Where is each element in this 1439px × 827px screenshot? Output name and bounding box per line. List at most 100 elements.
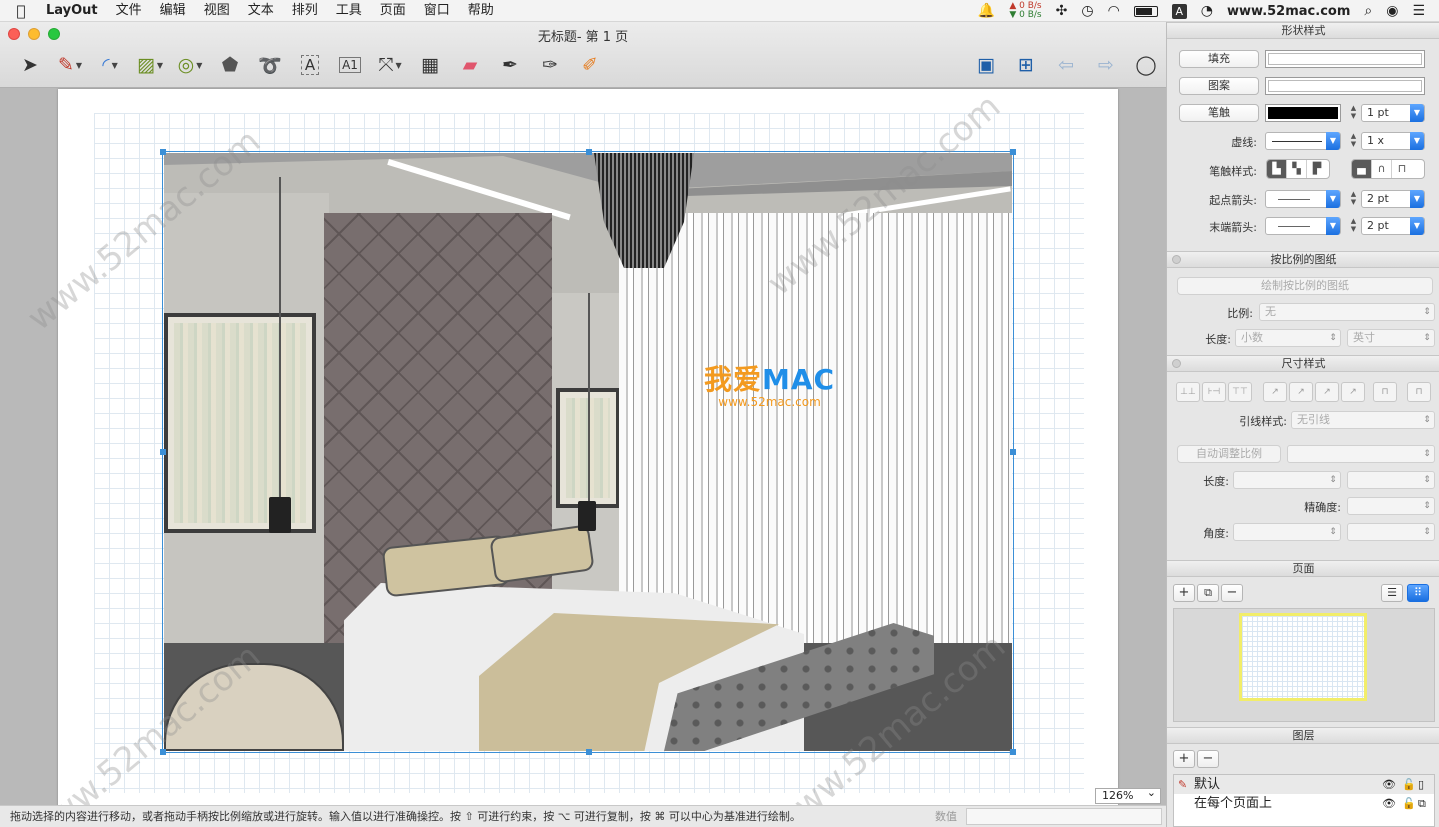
lock-icon[interactable]: 🔓 (1402, 794, 1416, 813)
length-unit-select[interactable]: 英寸 ⇕ (1347, 329, 1435, 347)
drawing-canvas[interactable]: 我爱MAC www.52mac.com www.52mac.com www.52… (0, 88, 1166, 805)
panel-collapse-icon[interactable] (1172, 255, 1181, 264)
auto-scale-select[interactable]: ⇕ (1287, 445, 1435, 463)
eye-icon[interactable]: 👁 (1382, 775, 1396, 794)
offset-tool[interactable]: ➰ (250, 49, 290, 81)
length-format-select[interactable]: 小数 ⇕ (1235, 329, 1341, 347)
scaled-drawing-header[interactable]: 按比例的图纸 (1167, 251, 1439, 268)
panel-collapse-icon[interactable] (1172, 359, 1181, 368)
siri-icon[interactable]: ◉ (1386, 0, 1398, 22)
resize-handle-left[interactable] (160, 449, 166, 455)
join-miter-option[interactable]: ▄ (1352, 160, 1372, 178)
notification-center-icon[interactable]: ☰ (1412, 0, 1425, 22)
menu-pages[interactable]: 页面 (371, 0, 415, 22)
auto-scale-button[interactable]: 自动调整比例 (1177, 445, 1281, 463)
dash-scale-select[interactable]: 1 x ▼ (1361, 132, 1425, 150)
grid-view-button[interactable]: ⠿ (1407, 584, 1429, 602)
dim-text-below-button[interactable]: ⊤⊤ (1228, 382, 1252, 402)
table-tool[interactable]: ▦ (410, 49, 450, 81)
scale-select[interactable]: 无 ⇕ (1259, 303, 1435, 321)
add-page-panel-button[interactable]: + (1173, 584, 1195, 602)
make-scaled-drawing-button[interactable]: 绘制按比例的图纸 (1177, 277, 1433, 295)
stroke-join-segment[interactable]: ▄ ∩ ⊓ (1351, 159, 1425, 179)
stroke-button[interactable]: 笔触 (1179, 104, 1259, 122)
fill-color-swatch[interactable] (1265, 50, 1425, 68)
split-tool[interactable]: ✑ (530, 49, 570, 81)
select-tool[interactable]: ➤ (10, 49, 50, 81)
text-tool[interactable]: A (290, 49, 330, 81)
bedroom-render-image[interactable]: 我爱MAC www.52mac.com (164, 153, 1012, 751)
add-page-button[interactable]: ⊞ (1006, 49, 1046, 81)
zoom-select[interactable]: 126% (1095, 786, 1161, 804)
layer-row[interactable]: ✎ 默认 👁 🔓 ▯ (1174, 775, 1434, 794)
end-arrow-select[interactable]: ▼ (1265, 217, 1341, 235)
eraser-tool[interactable]: ▰ (450, 49, 490, 81)
battery-icon[interactable] (1133, 5, 1158, 17)
add-layer-button[interactable]: + (1173, 750, 1195, 768)
page-thumbnail[interactable] (1239, 613, 1367, 701)
time-machine-icon[interactable]: ◷ (1081, 0, 1093, 22)
end-arrow-stepper[interactable]: ▲ ▼ (1348, 217, 1359, 235)
join-tool[interactable]: ✐ (570, 49, 610, 81)
dim-offset-1-button[interactable]: ⊓ (1373, 382, 1397, 402)
dim-text-above-button[interactable]: ⊥⊥ (1176, 382, 1200, 402)
join-round-option[interactable]: ∩ (1372, 160, 1392, 178)
leader-style-select[interactable]: 无引线 ⇕ (1291, 411, 1435, 429)
pencil-tool[interactable]: ✎ ▼ (50, 49, 90, 81)
menu-help[interactable]: 帮助 (459, 0, 503, 22)
angle-unit-select[interactable]: ⇕ (1347, 523, 1435, 541)
apple-menu-icon[interactable]:  (0, 2, 42, 20)
dash-select[interactable]: ▼ (1265, 132, 1341, 150)
polygon-tool[interactable]: ⬟ (210, 49, 250, 81)
duplicate-page-button[interactable]: ⧉ (1197, 584, 1219, 602)
layers-header[interactable]: 图层 (1167, 727, 1439, 744)
menu-edit[interactable]: 编辑 (151, 0, 195, 22)
next-page-button[interactable]: ⇨ (1086, 49, 1126, 81)
cap-projecting-option[interactable]: ▛ (1307, 160, 1327, 178)
precision-select[interactable]: ⇕ (1347, 497, 1435, 515)
dimension-style-header[interactable]: 尺寸样式 (1167, 355, 1439, 372)
clock-icon[interactable]: ◔ (1201, 0, 1213, 22)
fill-button[interactable]: 填充 (1179, 50, 1259, 68)
paper-page[interactable]: 我爱MAC www.52mac.com (58, 89, 1118, 805)
delete-layer-button[interactable]: − (1197, 750, 1219, 768)
page-icon[interactable]: ▯ (1418, 775, 1424, 794)
end-arrow-size-select[interactable]: 2 pt ▼ (1361, 217, 1425, 235)
dimension-tool[interactable]: ⤧ ▼ (370, 49, 410, 81)
menu-view[interactable]: 视图 (195, 0, 239, 22)
dim-align-1-button[interactable]: ↗ (1263, 382, 1287, 402)
value-input[interactable] (966, 808, 1162, 825)
previous-page-button[interactable]: ⇦ (1046, 49, 1086, 81)
eye-icon[interactable]: 👁 (1382, 794, 1396, 813)
menu-file[interactable]: 文件 (107, 0, 151, 22)
pattern-button[interactable]: 图案 (1179, 77, 1259, 95)
cap-round-option[interactable]: ▚ (1287, 160, 1307, 178)
resize-handle-right[interactable] (1010, 449, 1016, 455)
menu-app-name[interactable]: LayOut (42, 0, 107, 22)
dim-align-2-button[interactable]: ↗ (1289, 382, 1313, 402)
shape-style-header[interactable]: 形状样式 (1167, 22, 1439, 39)
menu-tools[interactable]: 工具 (327, 0, 371, 22)
resize-handle-top[interactable] (586, 149, 592, 155)
resize-handle-bottom[interactable] (586, 749, 592, 755)
pages-header[interactable]: 页面 (1167, 560, 1439, 577)
resize-handle-top-left[interactable] (160, 149, 166, 155)
start-arrow-stepper[interactable]: ▲ ▼ (1348, 190, 1359, 208)
spotlight-search-icon[interactable]: ⌕ (1364, 0, 1372, 22)
resize-handle-top-right[interactable] (1010, 149, 1016, 155)
shape-tool[interactable]: ▨ ▼ (130, 49, 170, 81)
resize-handle-bottom-left[interactable] (160, 749, 166, 755)
menu-text[interactable]: 文本 (239, 0, 283, 22)
delete-page-button[interactable]: − (1221, 584, 1243, 602)
cap-square-option[interactable]: ▙ (1267, 160, 1287, 178)
layer-row[interactable]: 在每个页面上 👁 🔓 ⧉ (1174, 794, 1434, 813)
angle-format-select[interactable]: ⇕ (1233, 523, 1341, 541)
resize-handle-bottom-right[interactable] (1010, 749, 1016, 755)
dim-length-format-select[interactable]: ⇕ (1233, 471, 1341, 489)
dim-align-4-button[interactable]: ↗ (1341, 382, 1365, 402)
lock-icon[interactable]: 🔓 (1402, 775, 1416, 794)
menu-arrange[interactable]: 排列 (283, 0, 327, 22)
dim-text-center-button[interactable]: ⊦⊣ (1202, 382, 1226, 402)
stroke-color-swatch[interactable] (1265, 104, 1341, 122)
network-speed[interactable]: ▲ 0 B/s ▼ 0 B/s (1009, 2, 1041, 20)
